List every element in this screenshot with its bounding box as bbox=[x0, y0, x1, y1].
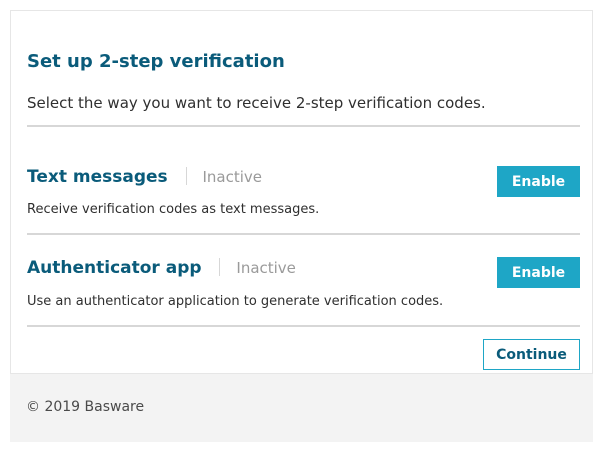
option-title: Text messages bbox=[27, 167, 168, 187]
option-title: Authenticator app bbox=[27, 258, 202, 278]
option-authenticator-app-header: Authenticator app Inactive bbox=[27, 258, 296, 278]
enable-authenticator-app-button[interactable]: Enable bbox=[497, 257, 580, 288]
option-separator bbox=[219, 258, 221, 276]
option-description: Receive verification codes as text messa… bbox=[27, 202, 320, 217]
status-badge: Inactive bbox=[236, 259, 296, 277]
section-divider bbox=[27, 125, 580, 127]
section-divider bbox=[27, 325, 580, 327]
footer-copyright: © 2019 Basware bbox=[26, 399, 145, 415]
continue-button[interactable]: Continue bbox=[483, 339, 580, 370]
page-title: Set up 2-step verification bbox=[27, 51, 285, 72]
option-description: Use an authenticator application to gene… bbox=[27, 294, 444, 309]
section-divider bbox=[27, 233, 580, 235]
status-badge: Inactive bbox=[202, 168, 263, 186]
option-separator bbox=[185, 167, 187, 185]
verification-panel: Set up 2-step verification Select the wa… bbox=[10, 10, 593, 442]
option-text-messages-header: Text messages Inactive bbox=[27, 167, 262, 187]
verification-card: Set up 2-step verification Select the wa… bbox=[10, 10, 593, 374]
enable-text-messages-button[interactable]: Enable bbox=[497, 166, 580, 197]
page-subtitle: Select the way you want to receive 2-ste… bbox=[27, 94, 486, 112]
